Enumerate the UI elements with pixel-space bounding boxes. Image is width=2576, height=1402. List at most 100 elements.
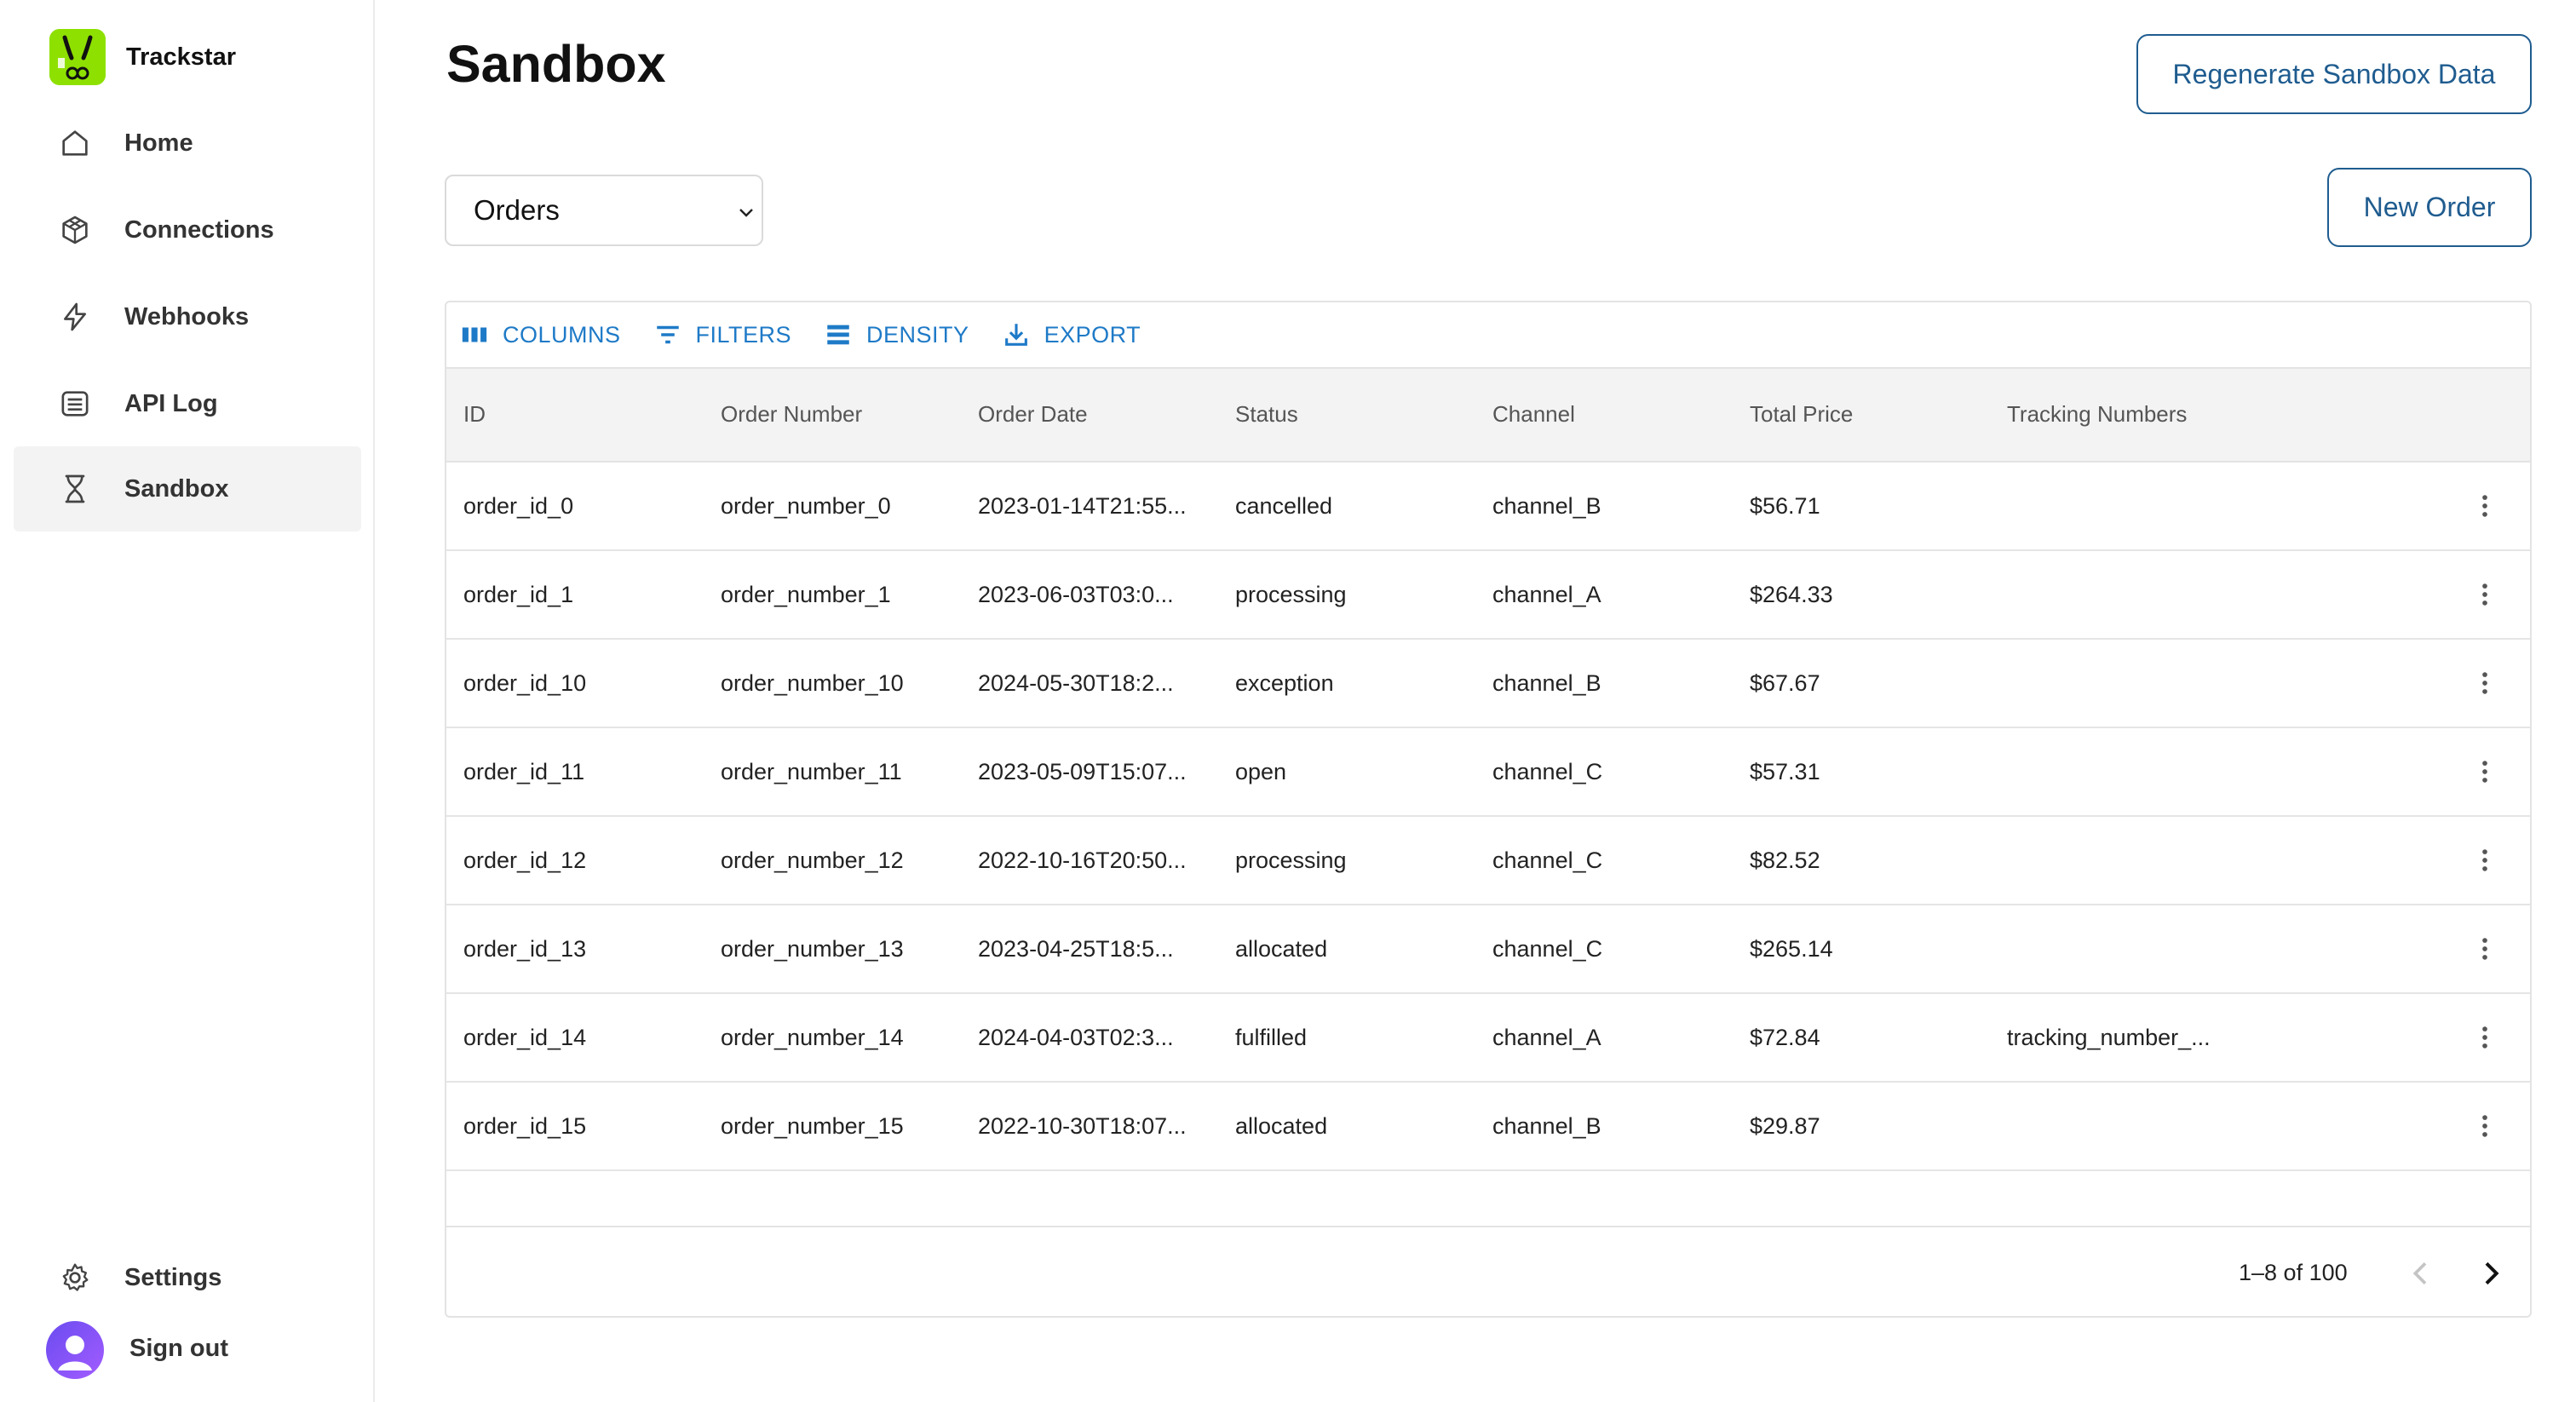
table-row[interactable]: order_id_13 order_number_13 2023-04-25T18:…	[446, 905, 2530, 994]
hourglass-icon	[58, 472, 92, 506]
sidebar-item-label: Home	[124, 129, 193, 157]
cell-id: order_id_11	[463, 759, 585, 784]
column-header-tracking-numbers[interactable]: Tracking Numbers	[2007, 401, 2187, 428]
filter-icon	[656, 325, 679, 344]
cell-total-price: $265.14	[1750, 936, 1833, 962]
next-page-button[interactable]	[2474, 1256, 2508, 1290]
cell-id: order_id_1	[463, 582, 574, 607]
cell-order-date: 2023-04-25T18:5...	[978, 936, 1174, 962]
cell-id: order_id_0	[463, 493, 574, 519]
home-icon	[58, 126, 92, 160]
cell-status: fulfilled	[1235, 1025, 1308, 1050]
resource-select[interactable]: Orders	[445, 175, 763, 246]
previous-page-button[interactable]	[2404, 1256, 2438, 1290]
column-header-id[interactable]: ID	[463, 401, 486, 428]
row-actions-kebab-icon[interactable]	[2470, 1023, 2499, 1052]
sidebar-item-connections[interactable]: Connections	[14, 187, 361, 273]
sign-out-label: Sign out	[129, 1335, 228, 1362]
table-row[interactable]: order_id_15 order_number_15 2022-10-30T18:…	[446, 1083, 2530, 1171]
cell-order-number: order_number_1	[721, 582, 891, 607]
cell-status: allocated	[1235, 936, 1328, 962]
chevron-down-icon	[736, 202, 756, 222]
column-header-total-price[interactable]: Total Price	[1750, 401, 1853, 428]
brand[interactable]: Trackstar	[49, 29, 236, 85]
orders-data-grid: COLUMNS FILTERS DENSITY EXPORT ID Order …	[445, 301, 2532, 1318]
sidebar-item-label: Sandbox	[124, 474, 229, 503]
avatar[interactable]	[46, 1321, 104, 1379]
cell-id: order_id_13	[463, 936, 587, 962]
row-actions-kebab-icon[interactable]	[2470, 669, 2499, 698]
grid-footer: 1–8 of 100	[446, 1226, 2530, 1316]
table-row[interactable]: order_id_1 order_number_1 2023-06-03T03:0.…	[446, 551, 2530, 640]
cell-order-number: order_number_12	[721, 848, 904, 873]
cell-order-date: 2022-10-30T18:07...	[978, 1113, 1187, 1139]
cell-total-price: $29.87	[1750, 1113, 1820, 1139]
cell-status: processing	[1235, 848, 1347, 873]
row-actions-kebab-icon[interactable]	[2470, 491, 2499, 520]
table-row[interactable]: order_id_12 order_number_12 2022-10-16T20:…	[446, 817, 2530, 905]
cell-tracking-numbers: tracking_number_...	[2007, 1025, 2211, 1050]
cell-channel: channel_B	[1492, 493, 1601, 519]
cell-order-number: order_number_10	[721, 670, 904, 696]
row-actions-kebab-icon[interactable]	[2470, 934, 2499, 963]
gear-icon	[58, 1261, 92, 1295]
columns-label: COLUMNS	[503, 321, 621, 348]
sidebar-item-webhooks[interactable]: Webhooks	[14, 274, 361, 359]
cell-status: open	[1235, 759, 1287, 784]
resource-select-value: Orders	[474, 194, 560, 226]
filters-label: FILTERS	[695, 321, 792, 348]
cell-id: order_id_14	[463, 1025, 587, 1050]
column-header-order-date[interactable]: Order Date	[978, 401, 1088, 428]
lightning-icon	[58, 300, 92, 334]
column-header-channel[interactable]: Channel	[1492, 401, 1575, 428]
cell-order-date: 2024-05-30T18:2...	[978, 670, 1174, 696]
table-row[interactable]: order_id_10 order_number_10 2024-05-30T18:…	[446, 640, 2530, 728]
columns-icon	[462, 327, 487, 342]
trackstar-logo	[49, 29, 106, 85]
cell-id: order_id_10	[463, 670, 587, 696]
density-icon	[827, 325, 849, 345]
filters-button[interactable]: FILTERS	[653, 320, 792, 349]
columns-button[interactable]: COLUMNS	[460, 320, 621, 349]
sidebar-item-home[interactable]: Home	[14, 101, 361, 186]
cell-channel: channel_A	[1492, 1025, 1601, 1050]
regenerate-sandbox-data-button[interactable]: Regenerate Sandbox Data	[2136, 34, 2532, 114]
sidebar-item-label: Connections	[124, 215, 274, 244]
cell-channel: channel_C	[1492, 848, 1603, 873]
cell-total-price: $56.71	[1750, 493, 1820, 519]
cube-icon	[58, 213, 92, 247]
table-header: ID Order Number Order Date Status Channe…	[446, 367, 2530, 463]
sidebar-item-sandbox[interactable]: Sandbox	[14, 446, 361, 531]
export-label: EXPORT	[1044, 321, 1141, 348]
list-icon	[58, 387, 92, 421]
row-actions-kebab-icon[interactable]	[2470, 580, 2499, 609]
sidebar-item-api-log[interactable]: API Log	[14, 361, 361, 446]
sidebar: Trackstar Home Connections Webhooks API …	[0, 0, 375, 1402]
column-header-order-number[interactable]: Order Number	[721, 401, 862, 428]
table-row[interactable]: order_id_0 order_number_0 2023-01-14T21:55…	[446, 463, 2530, 551]
cell-order-number: order_number_11	[721, 759, 902, 784]
density-button[interactable]: DENSITY	[824, 320, 969, 349]
cell-order-number: order_number_13	[721, 936, 904, 962]
table-row[interactable]: order_id_11 order_number_11 2023-05-09T15:…	[446, 728, 2530, 817]
row-actions-kebab-icon[interactable]	[2470, 757, 2499, 786]
row-actions-kebab-icon[interactable]	[2470, 846, 2499, 875]
new-order-button[interactable]: New Order	[2327, 168, 2532, 247]
cell-order-number: order_number_14	[721, 1025, 904, 1050]
cell-order-date: 2022-10-16T20:50...	[978, 848, 1187, 873]
export-button[interactable]: EXPORT	[1002, 320, 1141, 349]
cell-order-date: 2023-01-14T21:55...	[978, 493, 1187, 519]
sidebar-item-label: API Log	[124, 389, 218, 417]
row-actions-kebab-icon[interactable]	[2470, 1112, 2499, 1141]
table-row[interactable]: order_id_14 order_number_14 2024-04-03T02:…	[446, 994, 2530, 1083]
page-title: Sandbox	[446, 35, 666, 93]
cell-order-date: 2023-06-03T03:0...	[978, 582, 1174, 607]
brand-name: Trackstar	[126, 43, 236, 71]
chevron-left-icon	[2412, 1262, 2427, 1284]
cell-status: allocated	[1235, 1113, 1328, 1139]
column-header-status[interactable]: Status	[1235, 401, 1298, 428]
cell-channel: channel_A	[1492, 582, 1601, 607]
cell-total-price: $82.52	[1750, 848, 1820, 873]
sidebar-item-label: Webhooks	[124, 302, 250, 330]
cell-total-price: $72.84	[1750, 1025, 1820, 1050]
